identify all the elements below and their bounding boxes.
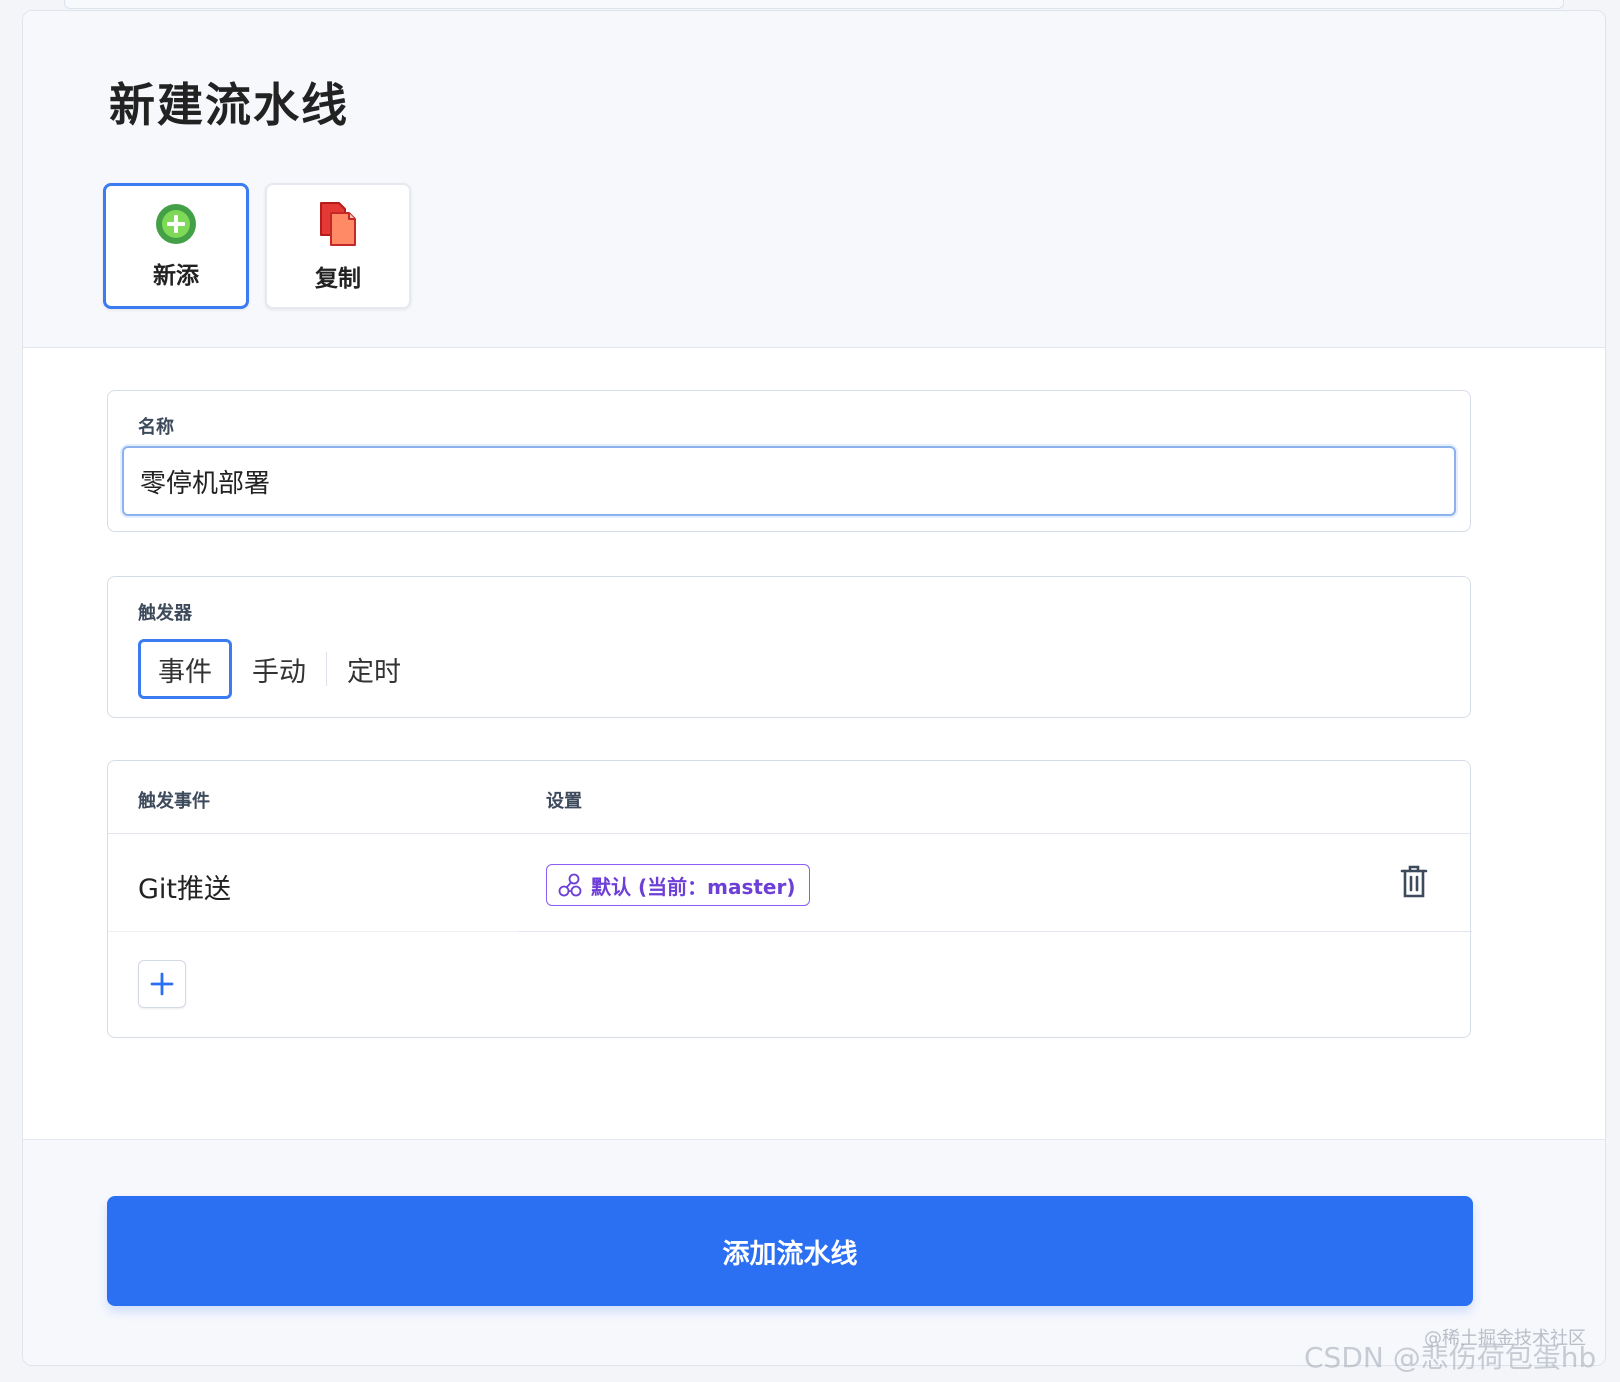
mode-new-label: 新添 (153, 263, 199, 289)
row-divider-left (108, 931, 518, 932)
events-table-panel: 触发事件 设置 Git推送 默认 (当前：master) (107, 760, 1472, 1038)
branch-icon (557, 872, 583, 898)
branch-setting-text: 默认 (当前：master) (591, 874, 796, 899)
add-event-button[interactable] (138, 960, 186, 1008)
add-pipeline-button[interactable]: 添加流水线 (107, 1196, 1473, 1306)
card-body: 名称 触发器 事件 手动 定时 触发事件 设置 Git推送 (23, 348, 1605, 1138)
trigger-segmented-control: 事件 手动 定时 (138, 639, 421, 699)
name-label: 名称 (138, 417, 174, 438)
watermark: CSDN @悲伤荷包蛋hb (1304, 1341, 1597, 1374)
branch-setting-tag[interactable]: 默认 (当前：master) (546, 864, 811, 906)
trigger-option-scheduled[interactable]: 定时 (327, 639, 421, 699)
card-footer: 添加流水线 (23, 1139, 1605, 1365)
name-panel: 名称 (107, 390, 1471, 532)
mode-copy-label: 复制 (315, 266, 361, 292)
trigger-option-manual[interactable]: 手动 (232, 639, 326, 699)
mode-new-button[interactable]: 新添 (103, 183, 249, 309)
plus-icon (150, 972, 174, 996)
row-divider (518, 931, 1472, 932)
column-header-event: 触发事件 (138, 791, 210, 812)
top-edge-strip (64, 0, 1564, 9)
event-name: Git推送 (138, 874, 232, 905)
mode-copy-button[interactable]: 复制 (265, 183, 411, 309)
trigger-panel: 触发器 事件 手动 定时 (107, 576, 1471, 718)
copy-documents-icon (315, 199, 361, 249)
header-divider (108, 833, 1470, 834)
new-pipeline-card: 新建流水线 新添 复制 名称 零停机部署 触发器 事件 手动 定时 触发事件 设… (22, 10, 1606, 1366)
plus-circle-icon (154, 202, 198, 246)
card-header: 新建流水线 新添 复制 (23, 11, 1605, 348)
name-input[interactable] (122, 446, 1456, 516)
page-title: 新建流水线 (109, 78, 349, 132)
trash-icon[interactable] (1400, 865, 1428, 903)
column-header-settings: 设置 (546, 791, 582, 812)
trigger-option-event[interactable]: 事件 (138, 639, 232, 699)
trigger-label: 触发器 (138, 603, 192, 624)
